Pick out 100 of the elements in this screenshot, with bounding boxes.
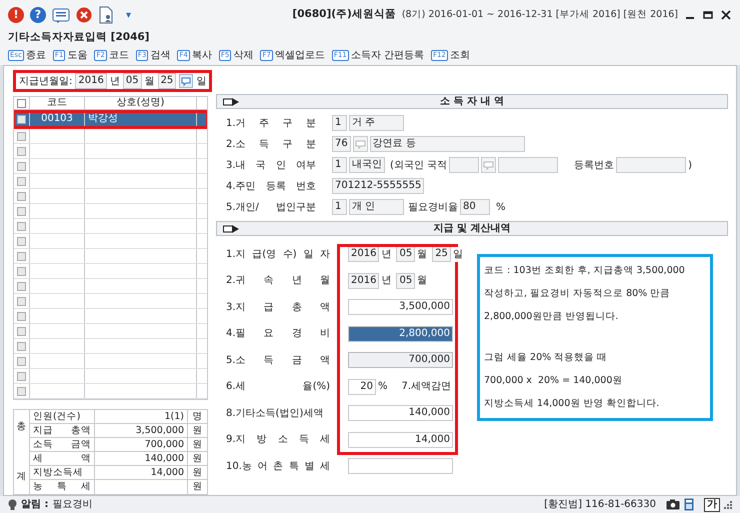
field-label: 9.지 방 소 득 세 <box>226 433 330 448</box>
note-text: 지방소득세 14,000원 반영 확인합니다. <box>484 397 660 411</box>
lookup-icon[interactable] <box>481 157 496 173</box>
input-field[interactable]: 80 <box>460 199 490 215</box>
ime-toggle[interactable]: 가 <box>704 498 720 512</box>
list-row[interactable] <box>14 204 207 219</box>
list-row[interactable] <box>14 189 207 204</box>
checkbox[interactable] <box>17 98 26 108</box>
unit-label: 월 <box>417 248 428 262</box>
table-cell: 명 <box>192 410 202 423</box>
input-field[interactable]: 05 <box>122 73 142 89</box>
alert-icon[interactable]: ! <box>8 7 24 23</box>
input-field[interactable]: 25 <box>158 73 176 89</box>
checkbox[interactable] <box>17 132 26 140</box>
input-field[interactable]: 05 <box>396 272 416 289</box>
input-field[interactable]: 1 <box>332 115 347 131</box>
input-field[interactable]: 2,800,000 <box>348 326 453 342</box>
input-field[interactable]: 강연료 등 <box>370 136 525 152</box>
lookup-icon[interactable] <box>352 136 368 152</box>
checkbox[interactable] <box>17 342 26 350</box>
list-row[interactable] <box>14 339 207 354</box>
input-field[interactable]: 3,500,000 <box>348 299 453 316</box>
table-cell: 1(1) <box>164 410 184 423</box>
status-text: 필요경비 <box>52 498 92 512</box>
checkbox[interactable] <box>17 282 26 290</box>
list-row[interactable] <box>14 144 207 159</box>
unit-label: 월 <box>417 274 428 288</box>
input-field[interactable]: 701212-5555555 <box>332 178 424 194</box>
list-row[interactable] <box>14 324 207 339</box>
input-field[interactable]: 거 주 <box>349 115 404 131</box>
checkbox[interactable] <box>17 162 26 170</box>
list-row[interactable]: 00103 박강성 <box>14 112 207 127</box>
field-label: 5.개인/ 법인구분 <box>226 200 316 214</box>
input-field[interactable]: 05 <box>396 246 416 262</box>
close-icon[interactable] <box>720 9 732 21</box>
checkbox[interactable] <box>17 296 26 306</box>
field-label: 필요경비율 <box>408 200 458 214</box>
list-row[interactable] <box>14 129 207 144</box>
input-field[interactable]: 700,000 <box>348 352 453 368</box>
input-field[interactable]: 14,000 <box>348 432 453 448</box>
lookup-icon[interactable] <box>179 74 194 88</box>
table-cell: 원 <box>192 466 202 479</box>
input-field[interactable]: 2016 <box>348 272 380 289</box>
list-row[interactable] <box>14 264 207 279</box>
table-cell-text: 지방소득세 <box>33 466 84 479</box>
resize-grip-icon[interactable] <box>724 500 732 508</box>
list-row[interactable] <box>14 309 207 324</box>
menu-caret[interactable]: ▾ <box>126 8 132 22</box>
checkbox[interactable] <box>17 356 26 366</box>
field-label: 3.내 국 인 여부 <box>226 158 316 172</box>
field-label: 지급년월일: <box>19 74 72 88</box>
checkbox[interactable] <box>17 326 26 336</box>
table-cell: 원 <box>192 452 202 465</box>
camera-icon[interactable] <box>666 499 680 510</box>
unit-label: 년 <box>381 248 392 262</box>
input-field[interactable]: 1 <box>332 157 347 173</box>
unit-label: 일 <box>196 74 206 88</box>
list-row[interactable] <box>14 354 207 369</box>
list-row[interactable] <box>14 219 207 234</box>
list-row[interactable] <box>14 384 207 399</box>
list-row[interactable] <box>14 279 207 294</box>
checkbox[interactable] <box>17 252 26 260</box>
checkbox[interactable] <box>17 192 26 200</box>
field-label: 3.지 급 총 액 <box>226 300 330 315</box>
table-cell: 3,500,000 <box>136 424 184 437</box>
list-row[interactable] <box>14 234 207 249</box>
input-field[interactable] <box>616 157 686 173</box>
list-row[interactable] <box>14 174 207 189</box>
document-icon[interactable] <box>98 6 114 24</box>
input-field[interactable]: 140,000 <box>348 405 453 422</box>
input-field[interactable]: 2016 <box>348 246 380 262</box>
table-cell: 00103 <box>41 112 73 126</box>
input-field[interactable]: 내국인 <box>349 157 385 173</box>
list-row[interactable] <box>14 369 207 384</box>
unit-label: % <box>378 380 388 394</box>
calculator-icon[interactable] <box>684 498 694 511</box>
input-field[interactable]: 개 인 <box>349 199 404 215</box>
input-field[interactable]: 76 <box>332 136 351 152</box>
checkbox[interactable] <box>17 146 26 156</box>
checkbox[interactable] <box>17 386 26 396</box>
input-field[interactable]: 25 <box>432 246 451 262</box>
maximize-icon[interactable] <box>702 9 714 21</box>
checkbox[interactable] <box>17 222 26 230</box>
list-row[interactable] <box>14 294 207 309</box>
checkbox[interactable] <box>17 176 26 186</box>
input-field[interactable] <box>449 157 480 173</box>
checkbox[interactable] <box>17 206 26 216</box>
checkbox[interactable] <box>17 372 26 380</box>
list-row[interactable] <box>14 159 207 174</box>
input-field[interactable]: 2016 <box>75 73 107 89</box>
input-field[interactable]: 1 <box>332 199 347 215</box>
input-field[interactable] <box>498 157 558 173</box>
input-field[interactable]: 20 <box>348 378 376 395</box>
input-field[interactable] <box>348 458 453 474</box>
help-icon[interactable]: ? <box>30 7 46 23</box>
checkbox[interactable] <box>17 114 26 124</box>
checkbox[interactable] <box>17 236 26 246</box>
checkbox[interactable] <box>17 312 26 320</box>
checkbox[interactable] <box>17 266 26 276</box>
list-row[interactable] <box>14 249 207 264</box>
